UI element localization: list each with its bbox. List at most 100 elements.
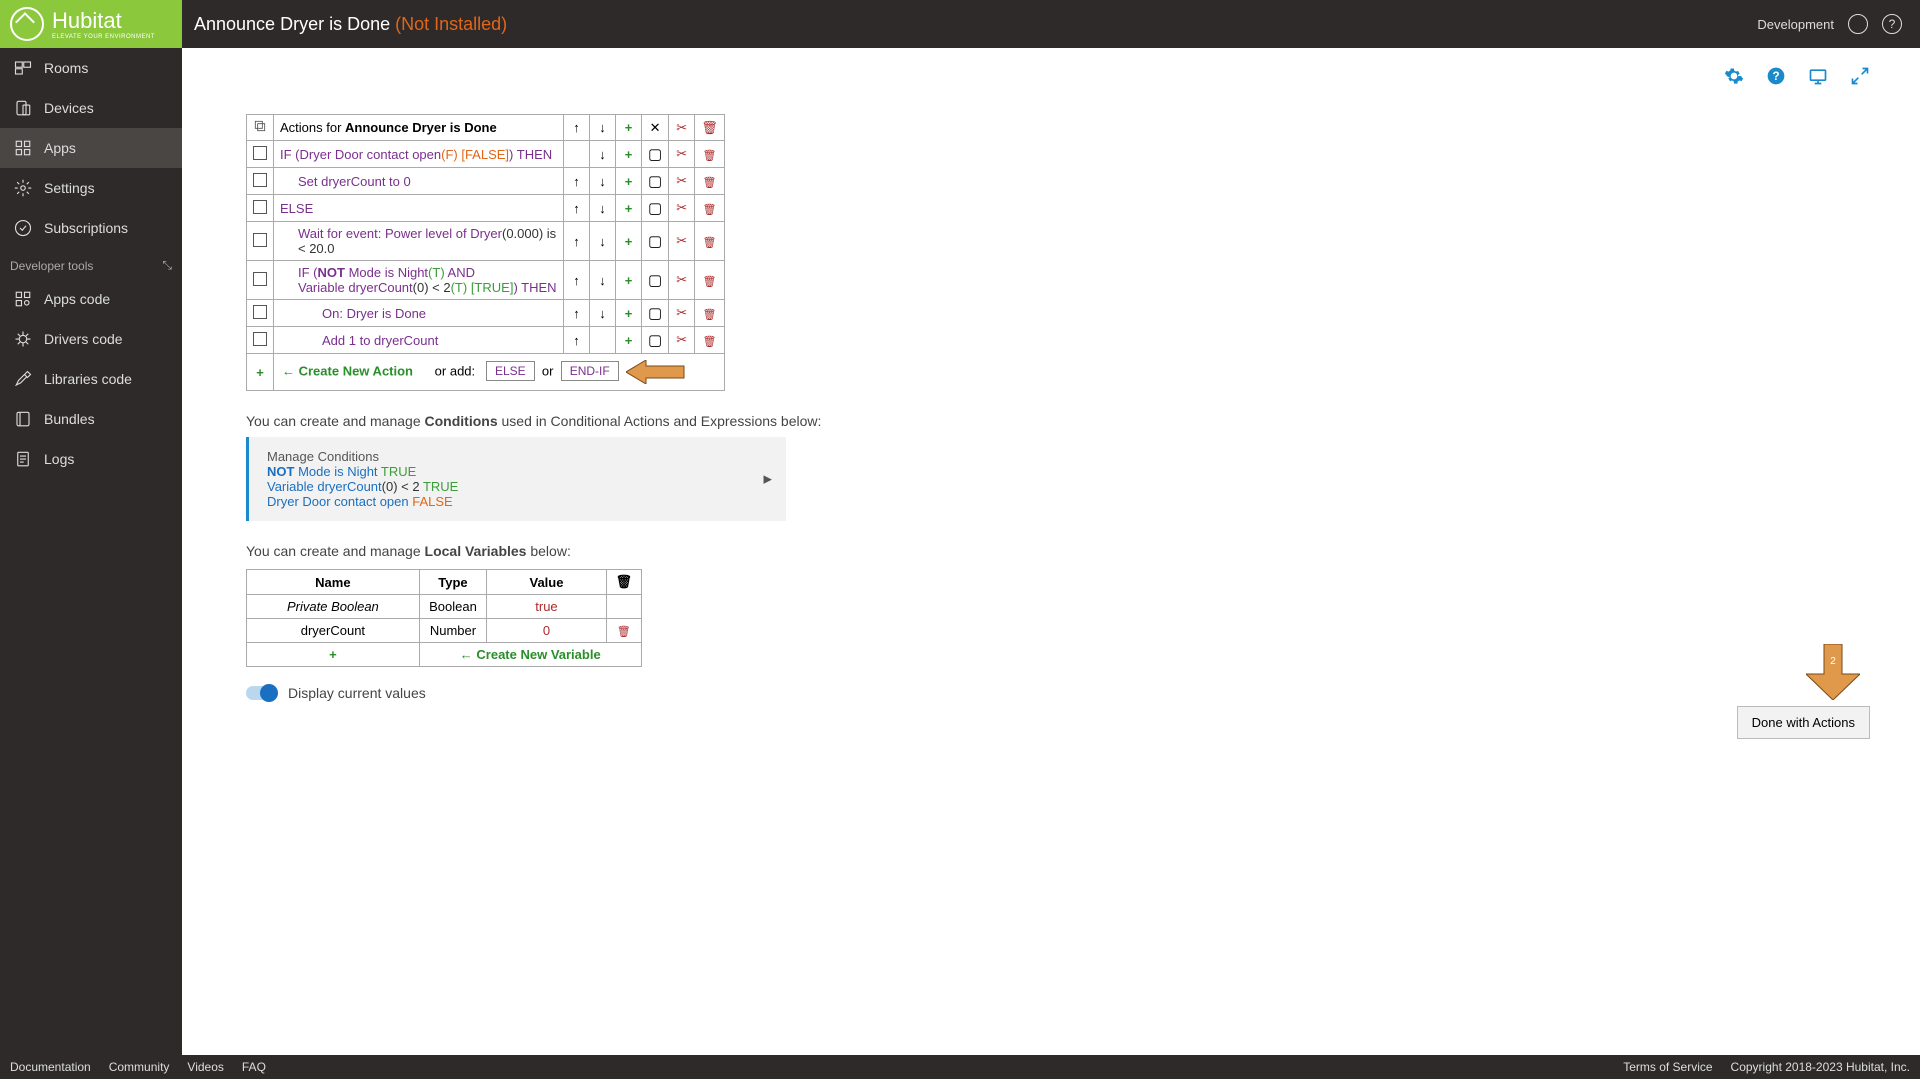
create-variable-button[interactable]: ← Create New Variable bbox=[460, 647, 601, 662]
footer-link[interactable]: Videos bbox=[187, 1060, 223, 1074]
trash-icon[interactable]: 🗑 bbox=[702, 237, 716, 249]
cut-icon[interactable]: ✂ bbox=[676, 332, 687, 347]
var-name[interactable]: dryerCount bbox=[247, 619, 420, 643]
endif-button[interactable]: END-IF bbox=[561, 361, 619, 381]
else-button[interactable]: ELSE bbox=[486, 361, 535, 381]
down-icon[interactable] bbox=[599, 273, 606, 288]
up-icon[interactable] bbox=[573, 306, 580, 321]
sidebar-item-settings[interactable]: Settings bbox=[0, 168, 182, 208]
plus-icon[interactable] bbox=[625, 306, 633, 321]
action-checkbox[interactable] bbox=[253, 173, 267, 187]
done-actions-button[interactable]: Done with Actions bbox=[1737, 706, 1870, 739]
square-icon[interactable] bbox=[648, 147, 662, 162]
action-checkbox[interactable] bbox=[253, 146, 267, 160]
plus-icon[interactable] bbox=[625, 201, 633, 216]
down-icon[interactable] bbox=[599, 201, 606, 216]
sidebar-item-devices[interactable]: Devices bbox=[0, 88, 182, 128]
create-action-button[interactable]: ← Create New Action bbox=[282, 363, 413, 378]
down-icon[interactable] bbox=[599, 120, 606, 135]
footer-link[interactable]: Community bbox=[109, 1060, 170, 1074]
footer-link[interactable]: FAQ bbox=[242, 1060, 266, 1074]
conditions-box[interactable]: Manage Conditions NOT Mode is Night TRUE… bbox=[246, 437, 786, 521]
up-icon[interactable] bbox=[573, 234, 580, 249]
add-variable-plus[interactable]: + bbox=[247, 643, 420, 667]
cut-icon[interactable]: ✂ bbox=[676, 233, 687, 248]
sidebar-item-apps[interactable]: Apps bbox=[0, 128, 182, 168]
action-text[interactable]: On: Dryer is Done bbox=[274, 300, 564, 327]
speech-icon[interactable] bbox=[1848, 14, 1868, 34]
plus-icon[interactable] bbox=[625, 147, 633, 162]
display-values-toggle[interactable]: Display current values bbox=[246, 685, 1856, 701]
plus-icon[interactable] bbox=[625, 333, 633, 348]
sidebar-item-bundles[interactable]: Bundles bbox=[0, 399, 182, 439]
trash-icon[interactable]: 🗑 bbox=[702, 150, 716, 162]
trash-icon[interactable]: 🗑 bbox=[702, 276, 716, 288]
square-icon[interactable] bbox=[648, 273, 662, 288]
up-icon[interactable] bbox=[573, 174, 580, 189]
up-icon[interactable] bbox=[573, 120, 580, 135]
help-icon[interactable]: ? bbox=[1882, 14, 1902, 34]
action-text[interactable]: Add 1 to dryerCount bbox=[274, 327, 564, 354]
square-icon[interactable] bbox=[648, 234, 662, 249]
cut-icon[interactable]: ✂ bbox=[676, 200, 687, 215]
sidebar-item-driverscode[interactable]: Drivers code bbox=[0, 319, 182, 359]
toggle-switch[interactable] bbox=[246, 686, 276, 700]
square-icon[interactable] bbox=[648, 174, 662, 189]
var-value[interactable]: true bbox=[487, 595, 607, 619]
action-text[interactable]: IF (NOT Mode is Night(T) ANDVariable dry… bbox=[274, 261, 564, 300]
trash-icon[interactable]: 🗑 bbox=[702, 309, 716, 321]
action-checkbox[interactable] bbox=[253, 272, 267, 286]
expand-icon[interactable] bbox=[1850, 66, 1870, 86]
cut-icon[interactable]: ✂ bbox=[676, 120, 687, 135]
trash-icon[interactable]: 🗑 bbox=[701, 120, 718, 135]
trash-icon[interactable]: 🗑 bbox=[702, 204, 716, 216]
screen-icon[interactable] bbox=[1808, 66, 1828, 86]
cut-icon[interactable]: ✂ bbox=[676, 146, 687, 161]
down-icon[interactable] bbox=[599, 234, 606, 249]
var-delete[interactable] bbox=[606, 595, 641, 619]
x-icon[interactable]: ✕ bbox=[650, 120, 661, 135]
action-checkbox[interactable] bbox=[253, 332, 267, 346]
trash-icon[interactable]: 🗑 bbox=[702, 336, 716, 348]
up-icon[interactable] bbox=[573, 333, 580, 348]
cut-icon[interactable]: ✂ bbox=[676, 272, 687, 287]
action-checkbox[interactable] bbox=[253, 305, 267, 319]
var-delete[interactable]: 🗑 bbox=[606, 619, 641, 643]
sidebar-item-logs[interactable]: Logs bbox=[0, 439, 182, 479]
var-name[interactable]: Private Boolean bbox=[247, 595, 420, 619]
cut-icon[interactable]: ✂ bbox=[676, 305, 687, 320]
copy-icon[interactable] bbox=[253, 121, 267, 136]
down-icon[interactable] bbox=[599, 147, 606, 162]
up-icon[interactable] bbox=[573, 273, 580, 288]
trash-icon[interactable]: 🗑 bbox=[702, 177, 716, 189]
plus-icon[interactable] bbox=[625, 174, 633, 189]
up-icon[interactable] bbox=[573, 201, 580, 216]
sidebar-item-subscriptions[interactable]: Subscriptions bbox=[0, 208, 182, 248]
square-icon[interactable] bbox=[648, 333, 662, 348]
action-text[interactable]: Wait for event: Power level of Dryer(0.0… bbox=[274, 222, 564, 261]
plus-icon[interactable] bbox=[625, 273, 633, 288]
help-icon[interactable]: ? bbox=[1766, 66, 1786, 86]
down-icon[interactable] bbox=[599, 306, 606, 321]
action-text[interactable]: Set dryerCount to 0 bbox=[274, 168, 564, 195]
sidebar-item-appscode[interactable]: Apps code bbox=[0, 279, 182, 319]
action-checkbox[interactable] bbox=[253, 200, 267, 214]
cut-icon[interactable]: ✂ bbox=[676, 173, 687, 188]
square-icon[interactable] bbox=[648, 201, 662, 216]
action-text[interactable]: ELSE bbox=[274, 195, 564, 222]
sidebar-item-librariescode[interactable]: Libraries code bbox=[0, 359, 182, 399]
down-icon[interactable] bbox=[599, 174, 606, 189]
logo[interactable]: Hubitat ELEVATE YOUR ENVIRONMENT bbox=[0, 0, 182, 48]
add-action-plus[interactable]: + bbox=[247, 354, 274, 391]
sidebar-item-rooms[interactable]: Rooms bbox=[0, 48, 182, 88]
square-icon[interactable] bbox=[648, 306, 662, 321]
var-value[interactable]: 0 bbox=[487, 619, 607, 643]
action-text[interactable]: IF (Dryer Door contact open(F) [FALSE]) … bbox=[274, 141, 564, 168]
footer-tos[interactable]: Terms of Service bbox=[1623, 1060, 1712, 1074]
plus-icon[interactable] bbox=[625, 234, 633, 249]
plus-icon[interactable] bbox=[625, 120, 633, 135]
action-checkbox[interactable] bbox=[253, 233, 267, 247]
dev-tools-section[interactable]: Developer tools ⤡ bbox=[0, 248, 182, 279]
footer-link[interactable]: Documentation bbox=[10, 1060, 91, 1074]
gear-icon[interactable] bbox=[1724, 66, 1744, 86]
